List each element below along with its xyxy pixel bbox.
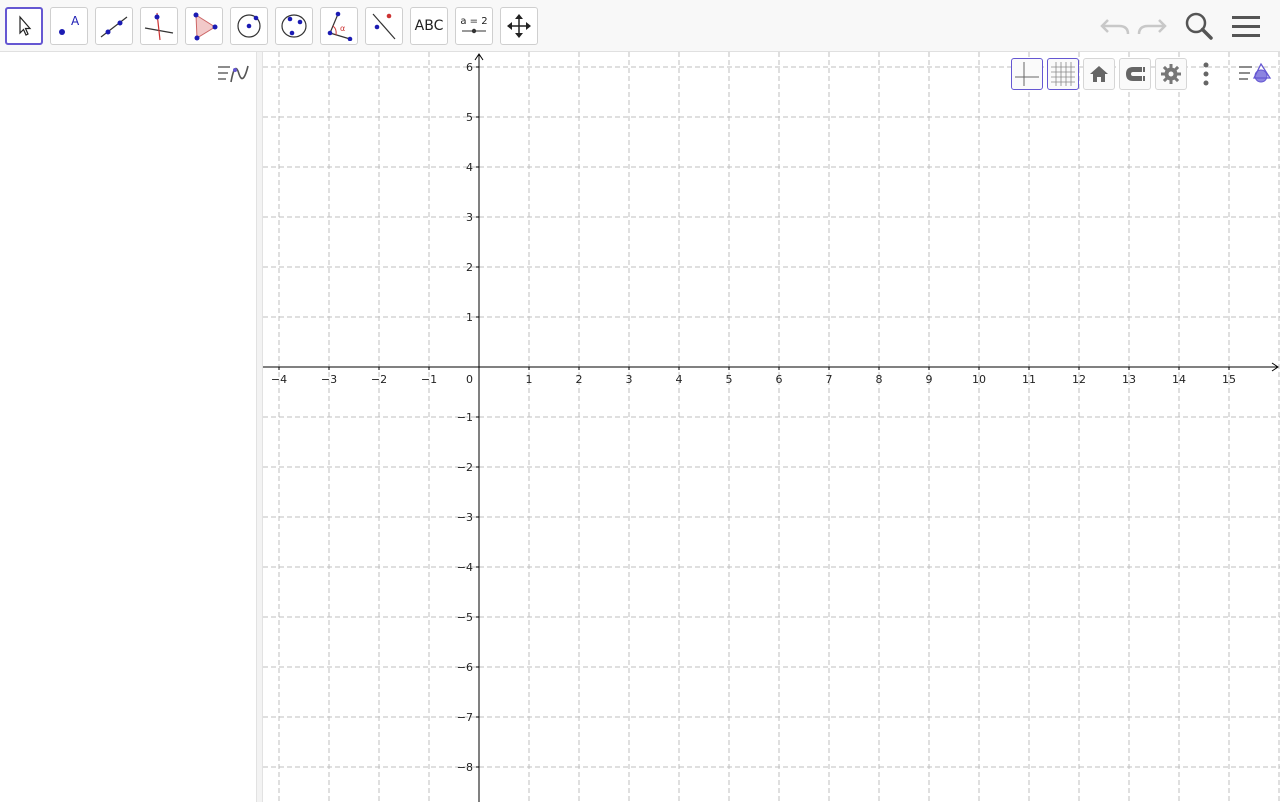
x-tick-label: 13: [1122, 373, 1136, 386]
perpendicular-tool-button[interactable]: [140, 7, 178, 45]
y-tick-label: −4: [457, 561, 473, 574]
y-axis-tick-labels: 6 5 4 3 2 1 −1 −2 −3 −4 −5 −6 −7 −8: [457, 61, 473, 774]
undo-icon: [1100, 19, 1130, 35]
main-menu-button[interactable]: [1228, 9, 1264, 43]
point-tool-button[interactable]: A: [50, 7, 88, 45]
x-tick-label: 5: [726, 373, 733, 386]
polygon-tool-button[interactable]: [185, 7, 223, 45]
x-tick-label: 8: [876, 373, 883, 386]
grid-toggle-icon: [1051, 62, 1075, 86]
y-tick-label: −6: [457, 661, 473, 674]
graphics-view[interactable]: −4 −3 −2 −1 1 2 3 4 5 6 7 8 9 10 11 12 13 14 15 6 5 4 3 2 1 −1 −2…: [263, 52, 1280, 802]
x-tick-label: −2: [371, 373, 387, 386]
view-divider[interactable]: [256, 52, 263, 802]
axes: [263, 53, 1279, 802]
circle-tool-button[interactable]: [230, 7, 268, 45]
x-tick-label: −3: [321, 373, 337, 386]
move-graphics-view-icon: [507, 14, 531, 38]
algebra-style-bar-button[interactable]: [216, 62, 252, 88]
slider-icon: [462, 28, 486, 34]
slider-tool-label: a = 2: [460, 16, 488, 27]
polygon-icon: [193, 12, 218, 41]
x-tick-label: 14: [1172, 373, 1186, 386]
x-tick-label: 6: [776, 373, 783, 386]
x-tick-label: −4: [271, 373, 287, 386]
settings-gear-icon: [1161, 64, 1181, 84]
menu-icon: [1232, 16, 1260, 37]
graphics-settings-button[interactable]: [1155, 58, 1187, 90]
reflect-tool-button[interactable]: [365, 7, 403, 45]
perpendicular-line-icon: [144, 12, 174, 41]
graphics-style-bar-button[interactable]: [1237, 60, 1275, 88]
redo-icon: [1137, 19, 1167, 35]
x-tick-label: 12: [1072, 373, 1086, 386]
coordinate-plane[interactable]: −4 −3 −2 −1 1 2 3 4 5 6 7 8 9 10 11 12 13 14 15 654321−1−2…: [263, 52, 1280, 802]
y-tick-label: 5: [466, 111, 473, 124]
y-tick-label: −7: [457, 711, 473, 724]
y-tick-label: −2: [457, 461, 473, 474]
search-button[interactable]: [1181, 9, 1217, 43]
x-tick-label: 15: [1222, 373, 1236, 386]
x-tick-label: 10: [972, 373, 986, 386]
y-tick-label: −3: [457, 511, 473, 524]
y-tick-label: 1: [466, 311, 473, 324]
line-through-two-points-icon: [100, 16, 128, 38]
angle-icon: α: [327, 11, 353, 41]
text-tool-label: ABC: [414, 18, 444, 34]
undo-button[interactable]: [1097, 9, 1133, 43]
line-tool-button[interactable]: [95, 7, 133, 45]
move-pointer-icon: [19, 15, 32, 36]
move-tool-button[interactable]: [5, 7, 43, 45]
toolbar: A α ABC a = 2: [0, 0, 1280, 52]
x-tick-label: 7: [826, 373, 833, 386]
home-icon: [1090, 66, 1108, 82]
text-tool-button[interactable]: ABC: [410, 7, 448, 45]
x-tick-label: 4: [676, 373, 683, 386]
search-icon: [1185, 12, 1213, 40]
redo-button[interactable]: [1134, 9, 1170, 43]
circle-three-points-tool-button[interactable]: [275, 7, 313, 45]
point-icon: A: [59, 14, 80, 35]
more-options-button[interactable]: [1193, 58, 1219, 90]
axes-toggle-button[interactable]: [1011, 58, 1043, 90]
x-axis-tick-labels: −4 −3 −2 −1 1 2 3 4 5 6 7 8 9 10 11 12 13 14 15: [271, 373, 1236, 386]
move-graphics-view-tool-button[interactable]: [500, 7, 538, 45]
magnet-icon: [1126, 67, 1145, 81]
y-tick-label: −5: [457, 611, 473, 624]
algebra-style-icon: [218, 65, 249, 83]
grid: [263, 52, 1280, 802]
y-tick-label: −1: [457, 411, 473, 424]
y-tick-label: 4: [466, 161, 473, 174]
x-tick-label: 2: [576, 373, 583, 386]
point-tool-label: A: [71, 14, 80, 28]
circle-center-point-icon: [237, 14, 261, 38]
home-view-button[interactable]: [1083, 58, 1115, 90]
snap-magnet-button[interactable]: [1119, 58, 1151, 90]
circle-three-points-icon: [281, 14, 307, 38]
x-tick-label: 11: [1022, 373, 1036, 386]
algebra-view[interactable]: [0, 52, 256, 802]
x-tick-label: 9: [926, 373, 933, 386]
more-vertical-icon: [1203, 62, 1209, 86]
y-tick-label: 3: [466, 211, 473, 224]
x-tick-label: 3: [626, 373, 633, 386]
x-tick-label: −1: [421, 373, 437, 386]
angle-tool-label: α: [340, 24, 345, 33]
origin-label: 0: [466, 373, 473, 386]
grid-toggle-button[interactable]: [1047, 58, 1079, 90]
y-tick-label: 6: [466, 61, 473, 74]
y-tick-label: −8: [457, 761, 473, 774]
y-tick-label: 2: [466, 261, 473, 274]
axes-toggle-icon: [1015, 62, 1039, 86]
x-tick-label: 1: [526, 373, 533, 386]
angle-tool-button[interactable]: α: [320, 7, 358, 45]
style-bar-icon: [1239, 62, 1272, 83]
slider-tool-button[interactable]: a = 2: [455, 7, 493, 45]
reflect-about-line-icon: [372, 13, 396, 40]
